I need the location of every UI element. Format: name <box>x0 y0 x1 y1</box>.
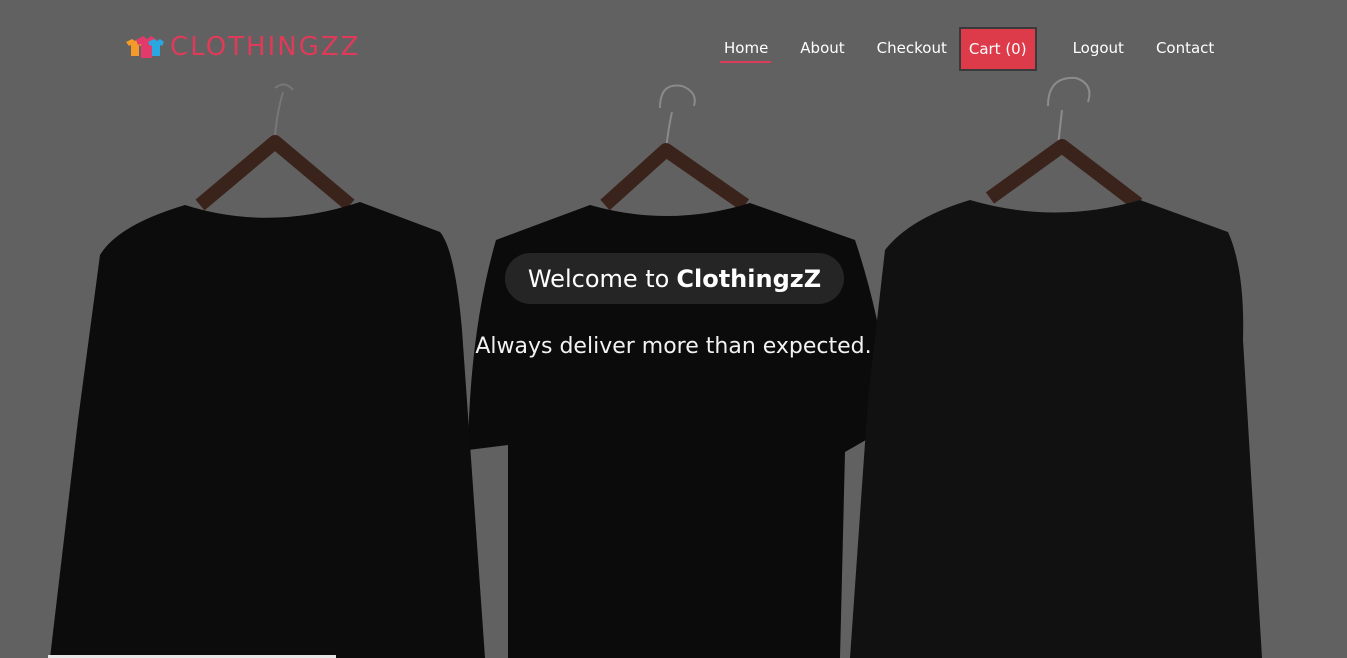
nav-about-link[interactable]: About <box>800 27 844 67</box>
welcome-brand: ClothingzZ <box>676 264 822 293</box>
shirts-logo-icon <box>126 36 164 58</box>
welcome-heading: Welcome to ClothingzZ <box>505 253 844 304</box>
hanger-right <box>985 76 1143 210</box>
navbar: CLOTHINGZZ Home About Checkout Cart (0) … <box>0 0 1347 90</box>
hanger-middle <box>600 84 749 211</box>
cart-button[interactable]: Cart (0) <box>958 27 1037 71</box>
hero-tagline: Always deliver more than expected. <box>475 334 872 359</box>
hanger-left <box>195 83 355 211</box>
nav-logout-link[interactable]: Logout <box>1073 27 1124 67</box>
tshirts-on-hangers-image <box>50 76 1262 658</box>
nav-contact-link[interactable]: Contact <box>1156 27 1214 67</box>
brand-name: CLOTHINGZZ <box>170 32 361 62</box>
shirt-left <box>50 202 485 658</box>
brand-logo-link[interactable]: CLOTHINGZZ <box>124 30 361 64</box>
nav-home-link[interactable]: Home <box>719 27 772 67</box>
welcome-prefix: Welcome to <box>527 264 670 293</box>
main-nav: Home About Checkout Cart (0) Logout Cont… <box>716 27 1214 71</box>
nav-checkout-link[interactable]: Checkout <box>877 27 947 67</box>
shirt-right <box>850 200 1262 658</box>
hero-banner: CLOTHINGZZ Home About Checkout Cart (0) … <box>0 0 1347 658</box>
